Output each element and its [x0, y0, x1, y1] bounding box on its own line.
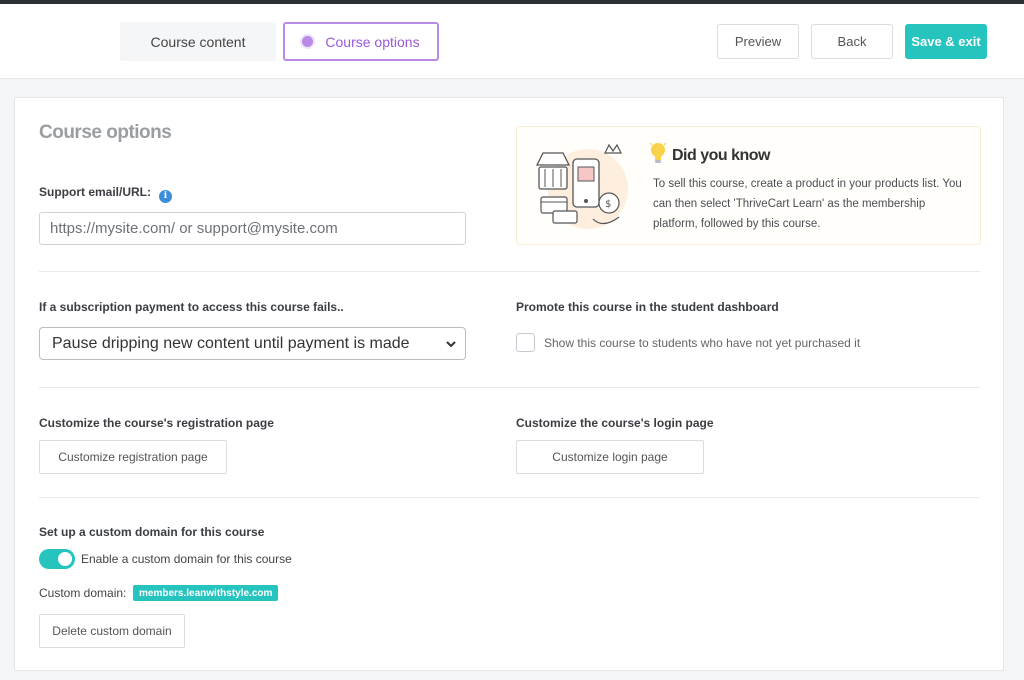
- back-button[interactable]: Back: [811, 24, 893, 59]
- login-page-label: Customize the course's login page: [516, 416, 714, 430]
- tab-label: Course content: [150, 33, 246, 50]
- save-exit-button[interactable]: Save & exit: [905, 24, 987, 59]
- custom-domain-toggle[interactable]: [39, 549, 75, 569]
- did-you-know-body: To sell this course, create a product in…: [653, 178, 962, 230]
- customize-login-button[interactable]: Customize login page: [516, 440, 704, 474]
- section-divider: [39, 271, 980, 272]
- subscription-fail-select[interactable]: Pause dripping new content until payment…: [39, 327, 466, 360]
- promote-course-checkbox-label[interactable]: Show this course to students who have no…: [544, 336, 860, 350]
- custom-domain-label: Set up a custom domain for this course: [39, 525, 265, 539]
- delete-custom-domain-button[interactable]: Delete custom domain: [39, 614, 185, 648]
- svg-text:$: $: [605, 199, 611, 210]
- lightbulb-icon: [649, 142, 667, 163]
- custom-domain-toggle-label: Enable a custom domain for this course: [81, 552, 292, 566]
- tab-course-content[interactable]: Course content: [120, 22, 276, 61]
- customize-registration-button[interactable]: Customize registration page: [39, 440, 227, 474]
- radio-dot-icon: [302, 36, 314, 47]
- preview-button[interactable]: Preview: [717, 24, 799, 59]
- did-you-know-panel: $ Did you know To sell this course, crea…: [516, 126, 981, 245]
- header-bar: Course content Course options Preview Ba…: [0, 4, 1024, 79]
- tab-course-options[interactable]: Course options: [283, 22, 439, 61]
- custom-domain-field-label: Custom domain:: [39, 586, 127, 600]
- support-email-label-text: Support email/URL:: [39, 185, 152, 199]
- section-divider: [39, 497, 980, 498]
- chevron-down-icon: [446, 341, 456, 348]
- section-divider: [39, 387, 980, 388]
- did-you-know-title: Did you know: [672, 147, 771, 164]
- course-options-card: Course options Support email/URL: i $: [14, 97, 1004, 671]
- support-email-input[interactable]: [39, 212, 466, 245]
- toggle-knob: [58, 552, 72, 566]
- promote-course-label: Promote this course in the student dashb…: [516, 300, 779, 314]
- subscription-fail-label: If a subscription payment to access this…: [39, 300, 344, 314]
- info-icon[interactable]: i: [159, 189, 173, 203]
- select-value: Pause dripping new content until payment…: [52, 334, 410, 352]
- page-title: Course options: [39, 122, 172, 143]
- support-email-label: Support email/URL: i: [39, 185, 173, 203]
- tab-label: Course options: [325, 33, 420, 50]
- promote-course-checkbox[interactable]: [516, 333, 535, 352]
- registration-page-label: Customize the course's registration page: [39, 416, 274, 430]
- shopping-illustration-icon: $: [535, 143, 628, 229]
- custom-domain-value-badge: members.leanwithstyle.com: [133, 585, 279, 601]
